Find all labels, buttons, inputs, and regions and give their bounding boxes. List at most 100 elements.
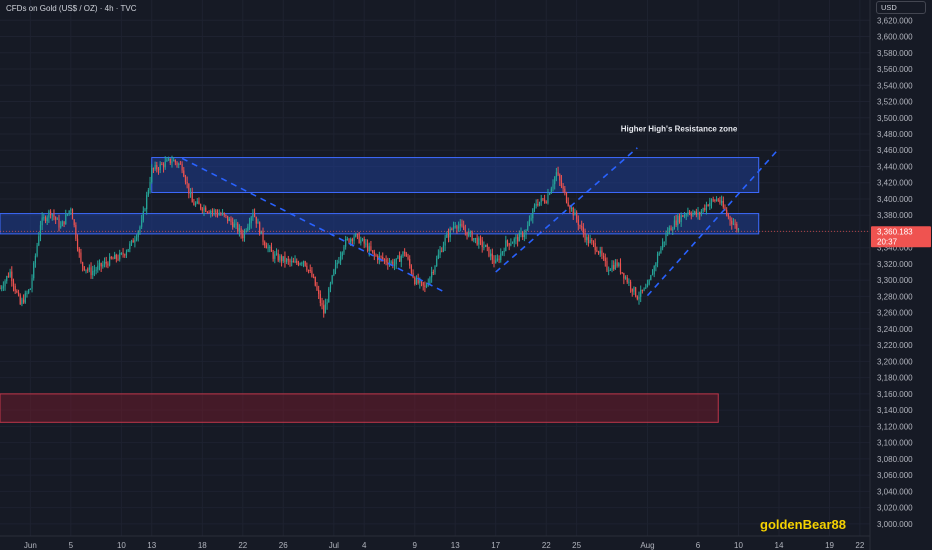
candle-body [227,215,229,222]
candle-body [397,256,399,259]
candle-body [363,238,365,244]
candle-body [21,299,23,305]
candle-body [673,220,676,230]
candle-body [596,250,598,252]
candle-body [705,204,708,210]
candle-body [709,202,711,206]
candle-body [171,161,173,163]
candle-body [505,240,507,251]
candle-body [186,182,188,184]
candle-body [137,231,139,238]
time-tick-label: 6 [696,541,701,550]
candle-body [238,228,241,232]
candle-body [213,210,215,212]
candle-body [78,248,80,253]
candle-body [277,253,279,261]
candle-body [579,225,581,227]
candle-body [1,287,3,289]
candle-body [14,285,16,291]
time-tick-label: Jun [24,541,37,550]
candle-body [98,263,101,266]
candle-body [458,226,460,229]
time-tick-label: Jul [329,541,339,550]
candle-body [220,214,222,216]
time-tick-label: 9 [413,541,418,550]
candle-body [473,238,475,241]
candle-body [468,231,470,237]
candle-body [463,226,465,231]
candle-body [405,253,407,257]
candle-body [164,161,166,168]
candle-body [635,287,637,297]
candle-body [210,211,212,213]
candle-body [599,250,601,254]
candle-body [159,164,161,171]
candle-body [102,264,104,267]
candle-body [132,240,134,243]
candle-body [338,261,340,263]
price-tick-label: 3,480.000 [877,130,913,139]
candle-body [380,256,382,258]
candle-body [333,269,335,276]
candle-body [16,290,18,293]
candle-body [292,261,294,263]
candle-body [141,220,143,227]
candle-body [7,276,10,278]
candle-body [697,212,699,216]
candle-body [597,251,600,254]
candle-body [306,265,308,270]
candle-body [631,288,633,292]
candle-body [683,214,686,217]
candle-body [147,189,149,196]
candle-body [176,162,178,165]
candle-body [685,214,687,216]
price-tick-label: 3,520.000 [877,98,913,107]
candle-body [129,243,131,250]
candle-body [628,281,630,283]
candle-body [28,289,30,293]
candle-body [618,263,620,266]
candle-body [449,228,451,238]
candle-body [284,256,286,263]
candle-body [486,244,488,247]
candle-body [562,186,564,189]
candle-body [114,254,116,259]
candle-body [34,255,37,263]
candle-body [350,239,352,243]
candle-body [307,269,310,271]
time-tick-label: 4 [362,541,367,550]
candle-body [564,188,566,193]
candle-body [76,238,79,249]
candle-body [252,213,254,218]
candle-body [646,284,649,288]
candle-body [26,292,28,294]
candle-body [48,211,50,218]
candle-body [736,223,738,230]
candle-body [574,212,576,216]
candle-body [393,264,396,266]
currency-button[interactable]: USD [876,1,926,14]
candle-body [692,213,694,216]
candle-body [65,214,67,225]
candle-body [658,253,660,255]
candle-body [267,247,269,249]
candle-body [560,180,563,187]
candle-body [43,217,45,219]
candle-body [168,158,170,160]
candle-body [365,243,367,245]
candle-body [576,212,578,220]
candle-body [587,237,590,243]
candle-body [481,240,483,248]
candle-body [225,214,227,216]
candle-body [547,194,549,203]
candle-body [611,265,613,270]
candle-body [717,199,719,201]
candle-body [377,255,379,261]
candle-body [660,247,662,254]
price-chart[interactable]: Higher High's Resistance zone 3,000.000 3… [0,0,932,550]
price-tick-label: 3,120.000 [877,422,913,431]
candle-body [149,182,151,190]
candle-body [373,251,375,256]
candle-body [466,231,468,237]
candle-body [253,213,256,217]
